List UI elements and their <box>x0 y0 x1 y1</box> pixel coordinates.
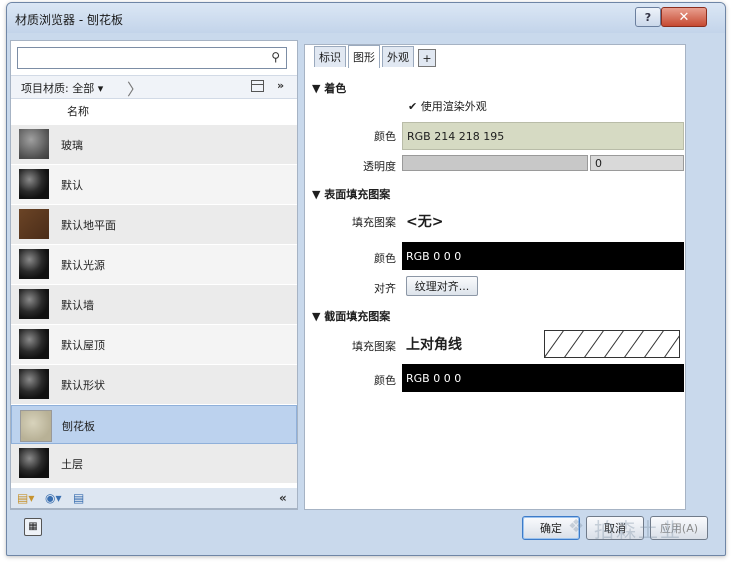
create-material-icon[interactable]: ▤▾ <box>17 491 34 505</box>
material-list-item[interactable]: 刨花板 <box>11 405 297 444</box>
material-thumbnail <box>19 169 49 199</box>
cut-color-label: 颜色 <box>374 374 396 387</box>
material-thumbnail <box>19 209 49 239</box>
material-thumbnail <box>19 129 49 159</box>
material-name: 刨花板 <box>62 420 95 433</box>
align-label: 对齐 <box>374 282 396 295</box>
name-column-header[interactable]: 名称 <box>67 103 89 119</box>
material-thumbnail <box>20 410 52 442</box>
tab-identity[interactable]: 标识 <box>314 46 346 67</box>
material-name: 默认 <box>61 179 83 192</box>
cut-fill-label: 填充图案 <box>352 340 396 353</box>
use-render-label: 使用渲染外观 <box>420 100 487 113</box>
chevron-right-icon: 〉 <box>127 80 144 99</box>
window-title: 材质浏览器 - 刨花板 <box>15 13 123 27</box>
add-tab-button[interactable]: + <box>418 49 436 67</box>
cut-pattern-section-header[interactable]: ▼ 截面填充图案 <box>312 308 390 324</box>
tab-graphics[interactable]: 图形 <box>348 45 380 68</box>
search-icon[interactable]: ⚲ <box>271 50 280 64</box>
check-icon: ✔ <box>408 100 421 113</box>
transparency-value: 0 <box>595 156 602 170</box>
library-list-icon[interactable]: ▤ <box>73 491 84 505</box>
use-render-appearance-checkbox[interactable]: ✔ 使用渲染外观 <box>408 98 487 114</box>
diagonal-hatch-preview <box>544 330 680 358</box>
material-thumbnail <box>19 249 49 279</box>
tab-appearance[interactable]: 外观 <box>382 46 414 67</box>
surface-color-label: 颜色 <box>374 252 396 265</box>
surface-color-swatch[interactable]: RGB 0 0 0 <box>402 242 684 270</box>
cut-color-swatch[interactable]: RGB 0 0 0 <box>402 364 684 392</box>
material-list-item[interactable]: 默认形状 <box>11 365 297 405</box>
material-name: 默认光源 <box>61 259 105 272</box>
search-input[interactable]: ⚲ <box>17 47 287 69</box>
cut-color-value: RGB 0 0 0 <box>406 371 462 385</box>
color-label: 颜色 <box>374 130 396 143</box>
title-bar[interactable]: 材质浏览器 - 刨花板 ? ✕ <box>7 3 725 33</box>
material-list-item[interactable]: 默认 <box>11 165 297 205</box>
wechat-icon: ❖ <box>568 516 585 537</box>
filter-bar: 项目材质: 全部 ▾ 〉 » <box>11 75 297 99</box>
material-list-item[interactable]: 默认地平面 <box>11 205 297 245</box>
texture-align-button[interactable]: 纹理对齐... <box>406 276 478 296</box>
surface-pattern-section-header[interactable]: ▼ 表面填充图案 <box>312 186 390 202</box>
view-toggle-icon[interactable] <box>251 80 264 92</box>
expand-panel-icon[interactable]: » <box>277 79 284 92</box>
material-library-panel: ⚲ 项目材质: 全部 ▾ 〉 » 名称 玻璃默认默认地平面默认光源默认墙默认屋顶… <box>10 40 298 510</box>
watermark-text: 拍森土业 <box>594 518 682 542</box>
material-name: 默认墙 <box>61 299 94 312</box>
transparency-slider[interactable] <box>402 155 588 171</box>
material-list-item[interactable]: 土层 <box>11 444 297 484</box>
material-list: 玻璃默认默认地平面默认光源默认墙默认屋顶默认形状刨花板土层 <box>11 125 297 484</box>
library-toolbar: ▤▾ ◉▾ ▤ « <box>10 488 298 509</box>
material-list-item[interactable]: 默认光源 <box>11 245 297 285</box>
material-list-item[interactable]: 默认墙 <box>11 285 297 325</box>
material-name: 土层 <box>61 458 83 471</box>
material-thumbnail <box>19 329 49 359</box>
transparency-field[interactable]: 0 <box>590 155 684 171</box>
collapse-icon[interactable]: « <box>279 491 287 505</box>
surface-color-value: RGB 0 0 0 <box>406 249 462 263</box>
material-name: 玻璃 <box>61 139 83 152</box>
cut-fill-value: 上对角线 <box>406 337 462 353</box>
material-thumbnail <box>19 448 49 478</box>
transparency-label: 透明度 <box>363 160 396 173</box>
help-button[interactable]: ? <box>635 7 661 27</box>
close-button[interactable]: ✕ <box>661 7 707 27</box>
surface-fill-label: 填充图案 <box>352 216 396 229</box>
asset-browser-icon[interactable]: ◉▾ <box>45 491 62 505</box>
material-list-item[interactable]: 玻璃 <box>11 125 297 165</box>
shading-color-value: RGB 214 218 195 <box>407 129 505 143</box>
material-thumbnail <box>19 369 49 399</box>
coloring-section-header[interactable]: ▼ 着色 <box>312 80 346 96</box>
surface-fill-pattern-field[interactable]: <无> <box>402 206 684 236</box>
shading-color-swatch[interactable]: RGB 214 218 195 <box>402 122 684 150</box>
material-thumbnail <box>19 289 49 319</box>
browser-mode-icon[interactable]: ▦ <box>24 518 42 536</box>
properties-panel <box>304 44 686 510</box>
project-materials-filter[interactable]: 项目材质: 全部 ▾ <box>21 80 103 96</box>
material-list-item[interactable]: 默认屋顶 <box>11 325 297 365</box>
material-name: 默认形状 <box>61 379 105 392</box>
surface-fill-value: <无> <box>406 214 444 230</box>
material-name: 默认屋顶 <box>61 339 105 352</box>
material-name: 默认地平面 <box>61 219 116 232</box>
